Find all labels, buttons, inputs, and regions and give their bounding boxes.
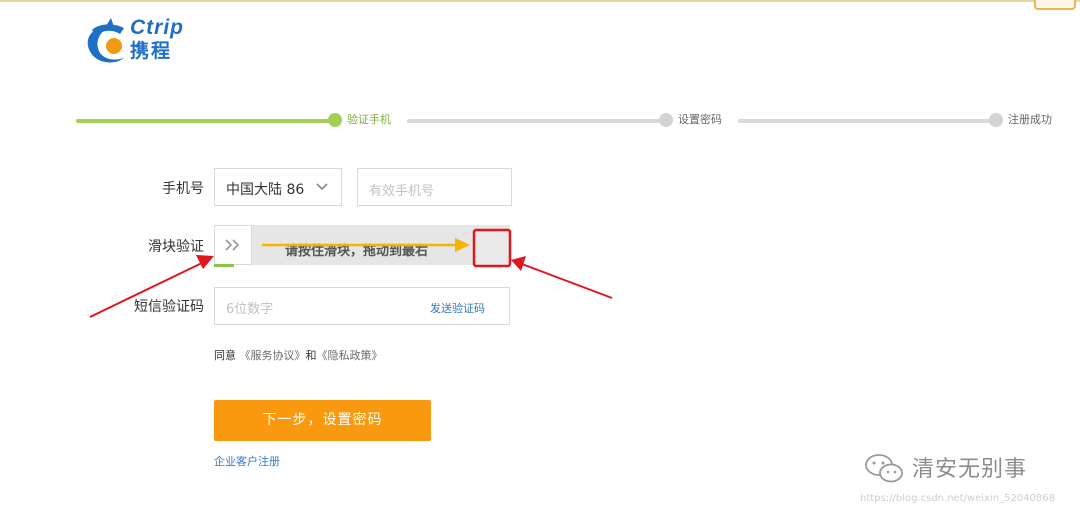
agreement-text: 同意 《服务协议》和《隐私政策》 — [214, 347, 383, 363]
next-step-button[interactable]: 下一步，设置密码 — [214, 400, 431, 441]
logo-wordmark-cn: 携程 — [130, 40, 173, 62]
sms-placeholder: 6位数字 — [226, 302, 274, 317]
corporate-register-link[interactable]: 企业客户注册 — [214, 453, 280, 469]
corner-widget[interactable] — [1034, 0, 1076, 10]
annotation-overlay — [89, 228, 613, 318]
service-agreement-link[interactable]: 《服务协议》 — [240, 349, 306, 362]
phone-input[interactable]: 有效手机号 — [357, 168, 512, 206]
chevron-down-icon — [316, 183, 328, 191]
agreement-prefix: 同意 — [214, 349, 236, 362]
phone-label: 手机号 — [162, 181, 204, 197]
red-arrow-right-head — [511, 256, 526, 271]
step-dot-3 — [989, 113, 1003, 127]
step-dot-1 — [328, 113, 342, 127]
step-dot-2 — [659, 113, 673, 127]
send-code-link[interactable]: 发送验证码 — [430, 300, 485, 316]
country-code-value: 中国大陆 86 — [226, 182, 305, 198]
sms-label: 短信验证码 — [134, 299, 204, 315]
agreement-and: 和 — [305, 349, 317, 362]
privacy-policy-link[interactable]: 《隐私政策》 — [317, 349, 383, 362]
red-arrow-right — [521, 263, 613, 299]
country-code-select[interactable]: 中国大陆 86 — [214, 168, 342, 206]
step-label-3: 注册成功 — [1008, 113, 1052, 126]
step-label-1: 验证手机 — [347, 113, 391, 126]
progress-line-pending-1 — [407, 119, 663, 123]
double-chevron-right-icon — [225, 239, 240, 251]
watermark-account: 清安无别事 — [912, 457, 1028, 482]
slider-handle[interactable] — [214, 225, 252, 265]
wechat-icon — [865, 454, 903, 483]
slider-label: 滑块验证 — [148, 239, 204, 255]
slider-progress — [214, 264, 234, 267]
red-arrow-left-head — [196, 255, 214, 269]
phone-placeholder: 有效手机号 — [369, 184, 435, 199]
watermark-url: https://blog.csdn.net/weixin_52040868 — [860, 493, 1056, 504]
progress-line-done — [76, 119, 334, 123]
slider-hint: 请按住滑块，拖动到最右 — [285, 244, 429, 259]
top-border — [0, 0, 1080, 2]
step-label-2: 设置密码 — [678, 113, 722, 126]
progress-line-pending-2 — [738, 119, 994, 123]
